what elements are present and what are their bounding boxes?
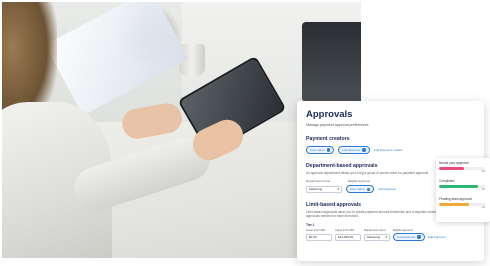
status-count: 3/4 (481, 188, 485, 192)
eligible-approver-label: Eligible approver (348, 179, 371, 184)
status-count: 2/4 (481, 170, 485, 174)
tier-title: Tier 1 (306, 222, 315, 227)
approver-chip-label: User name (350, 187, 365, 192)
tier-department-select[interactable]: Marketing ▾ (364, 233, 390, 241)
tier-add-approver-link[interactable]: Add Approver (428, 235, 446, 239)
tier-approver-chip[interactable]: Lisa Approver (393, 233, 425, 242)
remove-icon[interactable] (326, 148, 331, 152)
department-approvals-description: An approval department allows you a big … (306, 171, 429, 175)
status-item: Pending team approval 1/4 (439, 197, 487, 209)
page-title: Approvals (306, 109, 353, 120)
status-label: Completed (439, 179, 455, 184)
approver-chip[interactable]: User name (346, 185, 375, 194)
chevron-down-icon: ▾ (337, 187, 339, 192)
tier-field-row: $0.00 $14,999.99 Marketing ▾ Lisa Approv… (306, 233, 476, 242)
tier-field-labels: Lower limit USD Upper limit USD Departme… (306, 229, 476, 232)
tier-department-label: Department name (364, 228, 386, 232)
photo-paper (45, 2, 189, 116)
remove-icon[interactable] (417, 235, 421, 239)
upper-limit-label: Upper limit USD (335, 228, 355, 232)
status-item: Needs your approval 2/4 (439, 161, 487, 173)
photo-laptop (302, 22, 361, 102)
creator-chip[interactable]: Lisa Approver (338, 146, 370, 154)
tier-approver-label: Eligible approver (393, 228, 414, 232)
remove-icon[interactable] (362, 148, 366, 152)
status-count: 1/4 (481, 206, 485, 210)
upper-limit-value: $14,999.99 (338, 235, 354, 240)
lower-limit-input[interactable]: $0.00 (306, 233, 332, 241)
page-subtitle: Manage payment approval preferences (306, 123, 369, 127)
payment-creators-title: Payment creators (306, 136, 350, 142)
status-label: Pending team approval (439, 197, 472, 202)
department-name-label: Department name (306, 179, 331, 184)
creator-chip-label: Lisa Approver (342, 148, 361, 152)
creator-chip-label: User name (310, 148, 325, 152)
department-select-value: Marketing (309, 187, 323, 192)
department-select[interactable]: Marketing ▾ (306, 185, 342, 193)
status-item: Completed 3/4 (439, 179, 487, 191)
payment-creators-row: User name Lisa Approver Add Payment Crea… (306, 146, 476, 154)
tier-approver-chip-label: Lisa Approver (397, 235, 416, 240)
creator-chip[interactable]: User name (306, 146, 335, 154)
lower-limit-label: Lower limit USD (306, 228, 326, 232)
approval-status-card: Needs your approval 2/4 Completed 3/4 Pe… (436, 158, 490, 222)
remove-icon[interactable] (366, 187, 371, 191)
status-label: Needs your approval (439, 161, 469, 165)
limit-approvals-description: Limit-based approvals allow you to creat… (306, 210, 442, 219)
lower-limit-value: $0.00 (309, 235, 317, 240)
add-approver-link[interactable]: Add Approver (378, 187, 396, 191)
add-payment-creator-link[interactable]: Add Payment Creator (374, 148, 403, 152)
chevron-down-icon: ▾ (385, 235, 387, 240)
upper-limit-input[interactable]: $14,999.99 (335, 233, 361, 241)
tier-department-value: Marketing (367, 235, 381, 240)
